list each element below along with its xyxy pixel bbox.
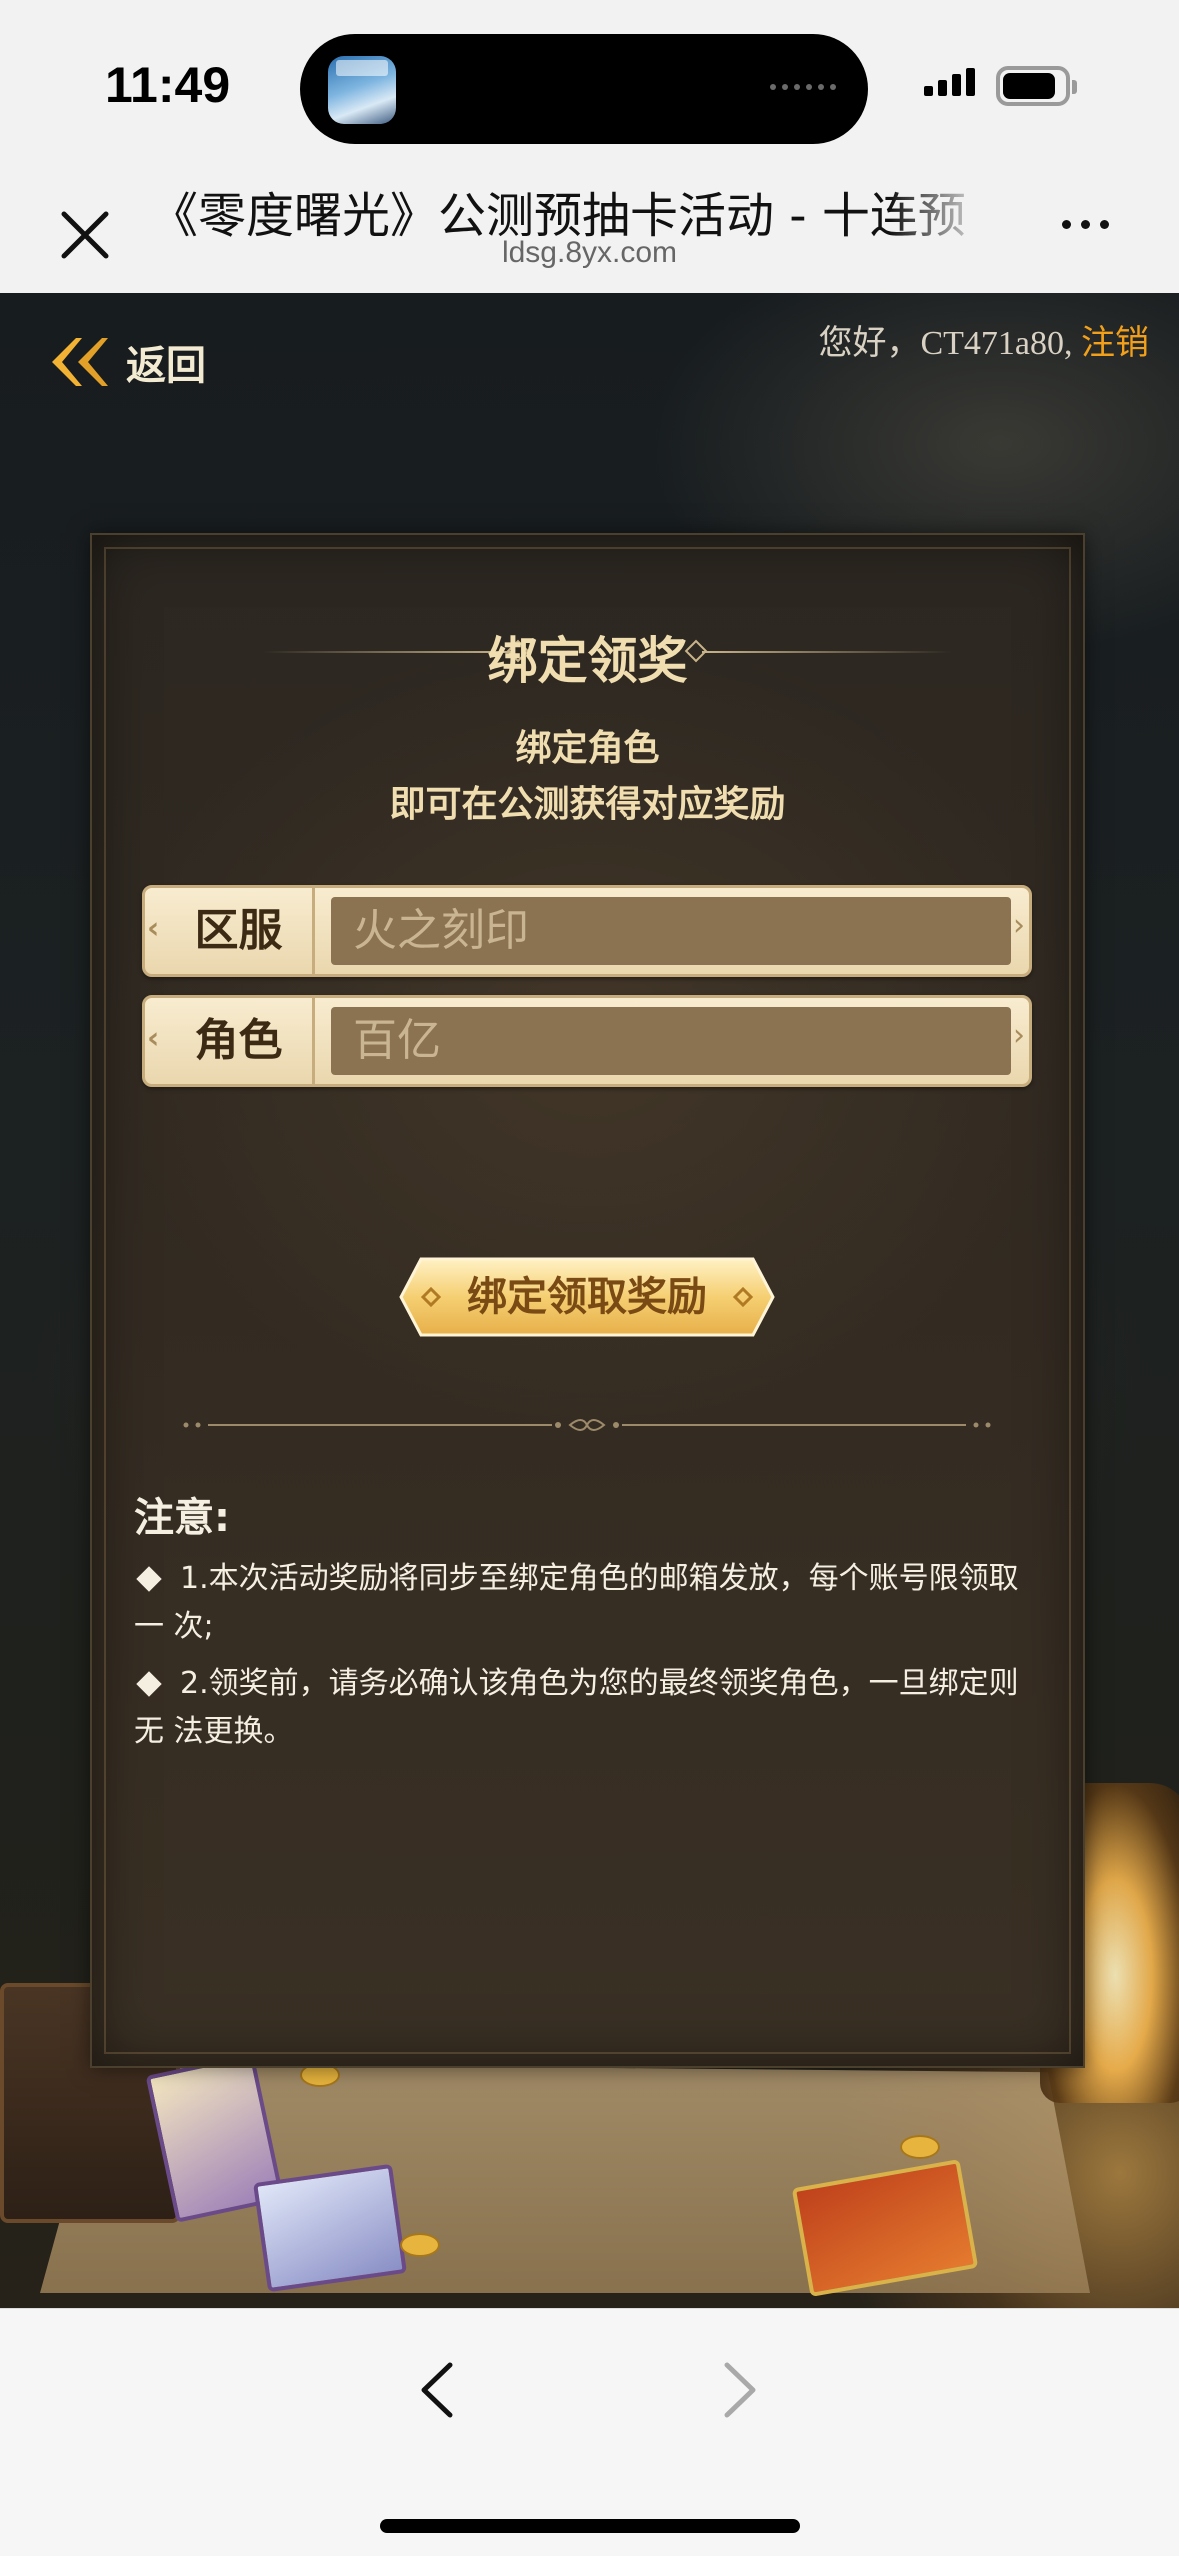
notice-title: 注意: [134, 1495, 230, 1541]
cellular-signal-icon [924, 68, 975, 96]
bottom-toolbar [0, 2308, 1179, 2556]
server-field[interactable]: 区服 火之刻印 [142, 885, 1032, 977]
status-bar: 11:49 [0, 0, 1179, 170]
coin-decoration [900, 2135, 940, 2159]
bind-claim-reward-label: 绑定领取奖励 [467, 1273, 707, 1320]
role-field[interactable]: 角色 百亿 [142, 995, 1032, 1087]
notice-item-text: 2.领奖前，请务必确认该角色为您的最终领奖角色，一旦绑定则无 法更换。 [134, 1666, 1019, 1749]
more-options-button[interactable] [1062, 220, 1109, 229]
page-title: 《零度曙光》公测预抽卡活动 - 十连预 [150, 188, 966, 238]
coin-decoration [400, 2233, 440, 2257]
chevron-right-icon[interactable] [715, 2357, 765, 2423]
greeting-text: 您好，CT471a80, [818, 325, 1081, 362]
home-indicator[interactable] [380, 2519, 800, 2533]
notice-item-text: 1.本次活动奖励将同步至绑定角色的邮箱发放，每个账号限领取一 次; [134, 1561, 1019, 1644]
ornament-divider [183, 1419, 991, 1431]
page-domain: ldsg.8yx.com [501, 236, 678, 269]
app-icon [328, 56, 396, 124]
island-dots-icon [770, 84, 836, 90]
server-field-value[interactable]: 火之刻印 [331, 897, 1011, 965]
web-content: 返回 您好，CT471a80, 注销 绑定领奖 绑定角色 即可在公测获得对应奖励… [0, 293, 1179, 2308]
notice-item: 1.本次活动奖励将同步至绑定角色的邮箱发放，每个账号限领取一 次; [134, 1555, 1044, 1651]
more-dot-icon [1062, 220, 1071, 229]
logout-link[interactable]: 注销 [1081, 325, 1149, 362]
dynamic-island [300, 34, 868, 144]
panel-subtitle-1: 绑定角色 [515, 728, 660, 769]
diamond-bullet-icon [136, 1670, 162, 1697]
notice-item: 2.领奖前，请务必确认该角色为您的最终领奖角色，一旦绑定则无 法更换。 [134, 1660, 1044, 1756]
card-decoration [253, 2163, 407, 2293]
role-field-label: 角色 [147, 996, 315, 1084]
status-time: 11:49 [105, 57, 231, 113]
more-dot-icon [1081, 220, 1090, 229]
bind-claim-reward-button[interactable]: 绑定领取奖励 [397, 1255, 777, 1339]
title-ornament-line [702, 651, 952, 653]
back-label: 返回 [126, 342, 206, 389]
battery-icon [996, 66, 1077, 106]
bind-reward-panel: 绑定领奖 绑定角色 即可在公测获得对应奖励 区服 火之刻印 角色 百亿 [90, 533, 1085, 2068]
role-field-value[interactable]: 百亿 [331, 1007, 1011, 1075]
browser-header: 《零度曙光》公测预抽卡活动 - 十连预 ldsg.8yx.com [0, 170, 1179, 293]
back-link[interactable]: 返回 [42, 333, 206, 391]
panel-title-row: 绑定领奖 [92, 615, 1083, 690]
diamond-bullet-icon [136, 1565, 162, 1592]
more-dot-icon [1100, 220, 1109, 229]
user-info: 您好，CT471a80, 注销 [818, 315, 1149, 364]
panel-subtitle-2: 即可在公测获得对应奖励 [389, 784, 786, 825]
panel-title: 绑定领奖 [487, 631, 688, 690]
server-field-label: 区服 [147, 886, 315, 974]
chevron-left-icon[interactable] [412, 2357, 462, 2423]
double-chevron-left-icon [52, 338, 108, 386]
